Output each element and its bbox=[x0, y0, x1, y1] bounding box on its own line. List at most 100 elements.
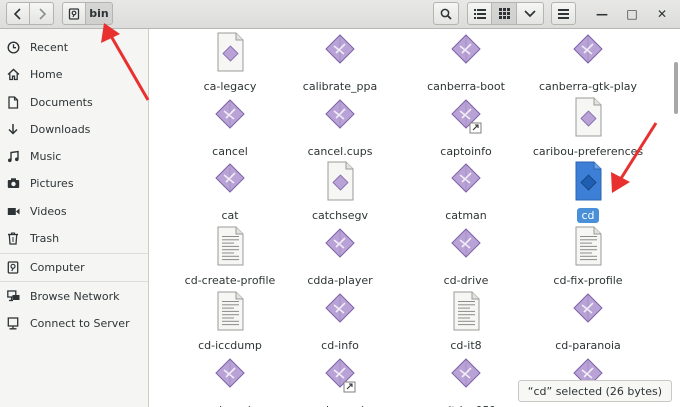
server-icon bbox=[6, 316, 20, 330]
file-item[interactable]: canberra-gtk-play bbox=[528, 31, 648, 94]
go-back-icon bbox=[13, 7, 21, 20]
file-name: cd-info bbox=[321, 339, 359, 352]
sidebar-item-pictures[interactable]: Pictures bbox=[0, 171, 148, 195]
sidebar-item-documents[interactable]: Documents bbox=[0, 90, 148, 114]
file-name: cd-fix-profile bbox=[553, 274, 623, 287]
file-item[interactable]: caribou-preferences bbox=[528, 96, 648, 159]
executable-icon bbox=[449, 225, 483, 270]
file-name: celtdec051 bbox=[432, 403, 501, 407]
file-item[interactable]: cd-iccdump bbox=[170, 290, 290, 353]
vertical-scrollbar[interactable] bbox=[674, 62, 678, 114]
executable-icon bbox=[571, 31, 605, 76]
search-button[interactable] bbox=[433, 2, 459, 25]
sidebar-item-label: Computer bbox=[30, 260, 85, 274]
sidebar-item-videos[interactable]: Videos bbox=[0, 199, 148, 223]
file-name: caribou-preferences bbox=[532, 145, 644, 158]
file-item[interactable]: cancel bbox=[170, 96, 290, 159]
list-view-icon bbox=[473, 8, 486, 19]
download-icon bbox=[6, 122, 20, 136]
file-item[interactable]: calibrate_ppa bbox=[280, 31, 400, 94]
file-item[interactable]: cd-create-profile bbox=[170, 225, 290, 288]
file-name bbox=[584, 403, 592, 405]
view-options-button[interactable] bbox=[516, 2, 544, 25]
executable-icon bbox=[449, 160, 483, 205]
file-item[interactable]: cd-read bbox=[170, 355, 290, 407]
header-bar: bin — □ ✕ bbox=[0, 0, 680, 29]
text-file-icon bbox=[213, 225, 247, 270]
back-button[interactable] bbox=[6, 2, 30, 25]
sidebar-item-connect-to-server[interactable]: Connect to Server bbox=[0, 311, 148, 335]
sidebar-divider bbox=[0, 281, 148, 282]
text-file-icon bbox=[213, 290, 247, 335]
file-item[interactable]: cdrecord bbox=[280, 355, 400, 407]
file-name: catchsegv bbox=[311, 209, 369, 222]
file-manager-window: { "header": { "back_icon": "go-back-icon… bbox=[0, 0, 680, 407]
sidebar-item-label: Music bbox=[30, 149, 62, 163]
sidebar-item-label: Connect to Server bbox=[30, 316, 130, 330]
sidebar-item-music[interactable]: Music bbox=[0, 144, 148, 168]
forward-button[interactable] bbox=[29, 2, 54, 25]
file-item[interactable]: celtdec051 bbox=[406, 355, 526, 407]
maximize-icon: □ bbox=[626, 7, 638, 21]
home-icon bbox=[6, 67, 20, 81]
sidebar-item-label: Documents bbox=[30, 95, 93, 109]
file-item[interactable]: cd-it8 bbox=[406, 290, 526, 353]
file-name: calibrate_ppa bbox=[302, 80, 378, 93]
file-item[interactable]: cat bbox=[170, 160, 290, 223]
text-file-icon bbox=[449, 290, 483, 335]
file-item[interactable]: catman bbox=[406, 160, 526, 223]
file-item[interactable]: cd-paranoia bbox=[528, 290, 648, 353]
path-bar-bin[interactable]: bin bbox=[85, 2, 113, 25]
file-item[interactable]: cancel.cups bbox=[280, 96, 400, 159]
sidebar-item-label: Downloads bbox=[30, 122, 91, 136]
sidebar-item-label: Pictures bbox=[30, 176, 74, 190]
file-name: catman bbox=[445, 209, 487, 222]
location-root-button[interactable] bbox=[62, 2, 86, 25]
file-item[interactable]: cd-info bbox=[280, 290, 400, 353]
sidebar-item-trash[interactable]: Trash bbox=[0, 226, 148, 250]
script-file-icon bbox=[213, 31, 247, 76]
sidebar-item-downloads[interactable]: Downloads bbox=[0, 117, 148, 141]
network-icon bbox=[6, 289, 20, 303]
status-overlay: “cd” selected (26 bytes) bbox=[517, 380, 672, 402]
drive-icon bbox=[68, 7, 80, 20]
file-name: ca-legacy bbox=[203, 80, 257, 93]
script-file-icon bbox=[571, 96, 605, 141]
sidebar-item-label: Browse Network bbox=[30, 289, 120, 303]
text-file-icon bbox=[571, 225, 605, 270]
sidebar-divider bbox=[0, 253, 148, 254]
grid-view-button[interactable] bbox=[491, 2, 517, 25]
sidebar: Recent Home Documents Downloads Music Pi… bbox=[0, 29, 149, 407]
hamburger-menu-icon bbox=[558, 8, 569, 19]
file-item[interactable]: ca-legacy bbox=[170, 31, 290, 94]
executable-link-icon bbox=[449, 96, 483, 141]
file-name: captoinfo bbox=[440, 145, 492, 158]
close-button[interactable]: ✕ bbox=[654, 6, 670, 22]
file-item[interactable]: captoinfo bbox=[406, 96, 526, 159]
file-item[interactable]: cd bbox=[528, 160, 648, 223]
file-item[interactable]: cd-fix-profile bbox=[528, 225, 648, 288]
list-view-button[interactable] bbox=[467, 2, 492, 25]
sidebar-item-recent[interactable]: Recent bbox=[0, 35, 148, 59]
sidebar-item-home[interactable]: Home bbox=[0, 62, 148, 86]
maximize-button[interactable]: □ bbox=[624, 6, 640, 22]
file-name: canberra-gtk-play bbox=[539, 80, 637, 93]
file-item[interactable]: cdda-player bbox=[280, 225, 400, 288]
sidebar-item-browse-network[interactable]: Browse Network bbox=[0, 284, 148, 308]
sidebar-item-label: Home bbox=[30, 67, 63, 81]
music-icon bbox=[6, 149, 20, 163]
file-name: cd-read bbox=[205, 403, 255, 407]
sidebar-item-computer[interactable]: Computer bbox=[0, 255, 148, 279]
trash-icon bbox=[6, 231, 20, 245]
file-item[interactable]: catchsegv bbox=[280, 160, 400, 223]
file-item[interactable]: cd-drive bbox=[406, 225, 526, 288]
grid-view-icon bbox=[498, 8, 510, 19]
status-text: “cd” selected (26 bytes) bbox=[527, 384, 662, 398]
minimize-button[interactable]: — bbox=[594, 6, 610, 22]
executable-icon bbox=[449, 355, 483, 400]
clock-icon bbox=[6, 40, 20, 54]
file-item[interactable]: canberra-boot bbox=[406, 31, 526, 94]
executable-icon bbox=[323, 31, 357, 76]
file-name: cat bbox=[221, 209, 239, 222]
menu-button[interactable] bbox=[551, 2, 576, 25]
